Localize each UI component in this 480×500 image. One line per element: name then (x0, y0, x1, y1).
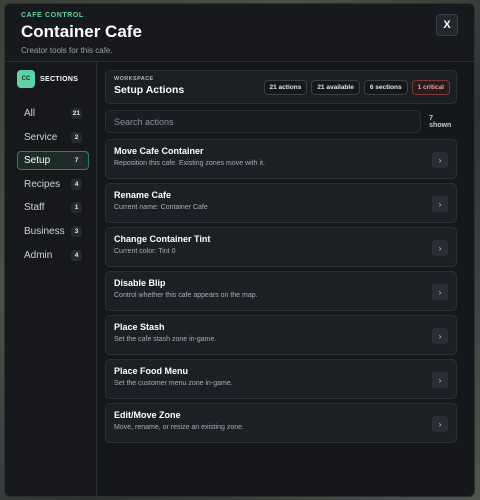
sidebar-item-label: Staff (24, 202, 45, 214)
chevron-right-icon[interactable]: › (432, 372, 448, 388)
action-place-stash[interactable]: Place Stash Set the cafe stash zone in-g… (105, 315, 457, 355)
cafe-badge: CC (17, 70, 35, 88)
sidebar-item-admin[interactable]: Admin 4 (17, 246, 89, 265)
action-disable-blip[interactable]: Disable Blip Control whether this cafe a… (105, 271, 457, 311)
action-title: Edit/Move Zone (114, 410, 181, 420)
action-title: Place Food Menu (114, 366, 189, 376)
action-title: Rename Cafe (114, 190, 172, 200)
sidebar-item-count: 7 (71, 155, 82, 167)
action-title: Move Cafe Container (114, 146, 204, 156)
sidebar-item-business[interactable]: Business 3 (17, 222, 89, 241)
sections-count-badge: 6 sections (363, 80, 408, 95)
close-button[interactable]: X (436, 14, 458, 36)
sidebar-item-label: Setup (24, 155, 51, 167)
sidebar-item-count: 2 (71, 131, 82, 143)
action-description: Set the cafe stash zone in-game. (114, 336, 217, 343)
action-rename-cafe[interactable]: Rename Cafe Current name: Container Cafe… (105, 183, 457, 223)
available-count-badge: 21 available (311, 80, 360, 95)
sidebar-item-count: 3 (71, 225, 82, 237)
workspace-stats: 21 actions 21 available 6 sections 1 cri… (263, 80, 450, 95)
action-description: Reposition this cafe. Existing zones mov… (114, 160, 265, 167)
critical-count-badge: 1 critical (411, 80, 450, 95)
action-edit-move-zone[interactable]: Edit/Move Zone Move, rename, or resize a… (105, 403, 457, 443)
action-description: Current name: Container Cafe (114, 204, 208, 211)
sidebar-item-label: Business (24, 225, 65, 237)
action-change-container-tint[interactable]: Change Container Tint Current color: Tin… (105, 227, 457, 267)
shown-count: 7 shown (429, 114, 452, 129)
sidebar-item-recipes[interactable]: Recipes 4 (17, 175, 89, 194)
main-content: WORKSPACE Setup Actions 21 actions 21 av… (97, 62, 474, 496)
sidebar-item-count: 21 (70, 108, 82, 119)
sidebar-item-all[interactable]: All 21 (17, 104, 89, 123)
sidebar-item-staff[interactable]: Staff 1 (17, 198, 89, 217)
action-title: Place Stash (114, 322, 165, 332)
panel-header: CAFE CONTROL Container Cafe Creator tool… (5, 4, 474, 62)
chevron-right-icon[interactable]: › (432, 240, 448, 256)
sidebar-header: CC SECTIONS (17, 70, 96, 88)
action-description: Move, rename, or resize an existing zone… (114, 424, 244, 431)
action-title: Change Container Tint (114, 234, 211, 244)
action-description: Set the customer menu zone in-game. (114, 380, 233, 387)
panel-body: CC SECTIONS All 21 Service 2 Setup 7 Rec… (5, 62, 474, 496)
sidebar-item-count: 4 (71, 178, 82, 190)
sidebar-item-label: Service (24, 131, 58, 143)
action-title: Disable Blip (114, 278, 166, 288)
action-move-cafe-container[interactable]: Move Cafe Container Reposition this cafe… (105, 139, 457, 179)
action-place-food-menu[interactable]: Place Food Menu Set the customer menu zo… (105, 359, 457, 399)
header-kicker: CAFE CONTROL (21, 12, 84, 19)
action-list: Move Cafe Container Reposition this cafe… (105, 139, 474, 443)
sidebar-title: SECTIONS (40, 75, 79, 83)
sidebar-item-count: 4 (71, 249, 82, 261)
workspace-header: WORKSPACE Setup Actions 21 actions 21 av… (105, 70, 457, 104)
action-description: Current color: Tint 0 (114, 248, 176, 255)
cafe-control-panel: CAFE CONTROL Container Cafe Creator tool… (4, 3, 475, 497)
sidebar-item-label: Recipes (24, 178, 61, 190)
close-icon: X (443, 19, 451, 31)
page-title: Container Cafe (21, 22, 142, 41)
action-description: Control whether this cafe appears on the… (114, 292, 258, 299)
search-row: 7 shown (105, 110, 457, 133)
sidebar-item-label: All (24, 108, 36, 119)
chevron-right-icon[interactable]: › (432, 196, 448, 212)
chevron-right-icon[interactable]: › (432, 416, 448, 432)
chevron-right-icon[interactable]: › (432, 328, 448, 344)
sidebar-item-count: 1 (71, 202, 82, 214)
chevron-right-icon[interactable]: › (432, 152, 448, 168)
sidebar-item-setup[interactable]: Setup 7 (17, 151, 89, 171)
sidebar-item-service[interactable]: Service 2 (17, 128, 89, 147)
search-input[interactable] (105, 110, 422, 133)
sidebar-item-label: Admin (24, 249, 53, 261)
actions-count-badge: 21 actions (263, 80, 308, 95)
page-subtitle: Creator tools for this cafe. (21, 46, 113, 55)
sidebar: CC SECTIONS All 21 Service 2 Setup 7 Rec… (5, 62, 97, 496)
chevron-right-icon[interactable]: › (432, 284, 448, 300)
